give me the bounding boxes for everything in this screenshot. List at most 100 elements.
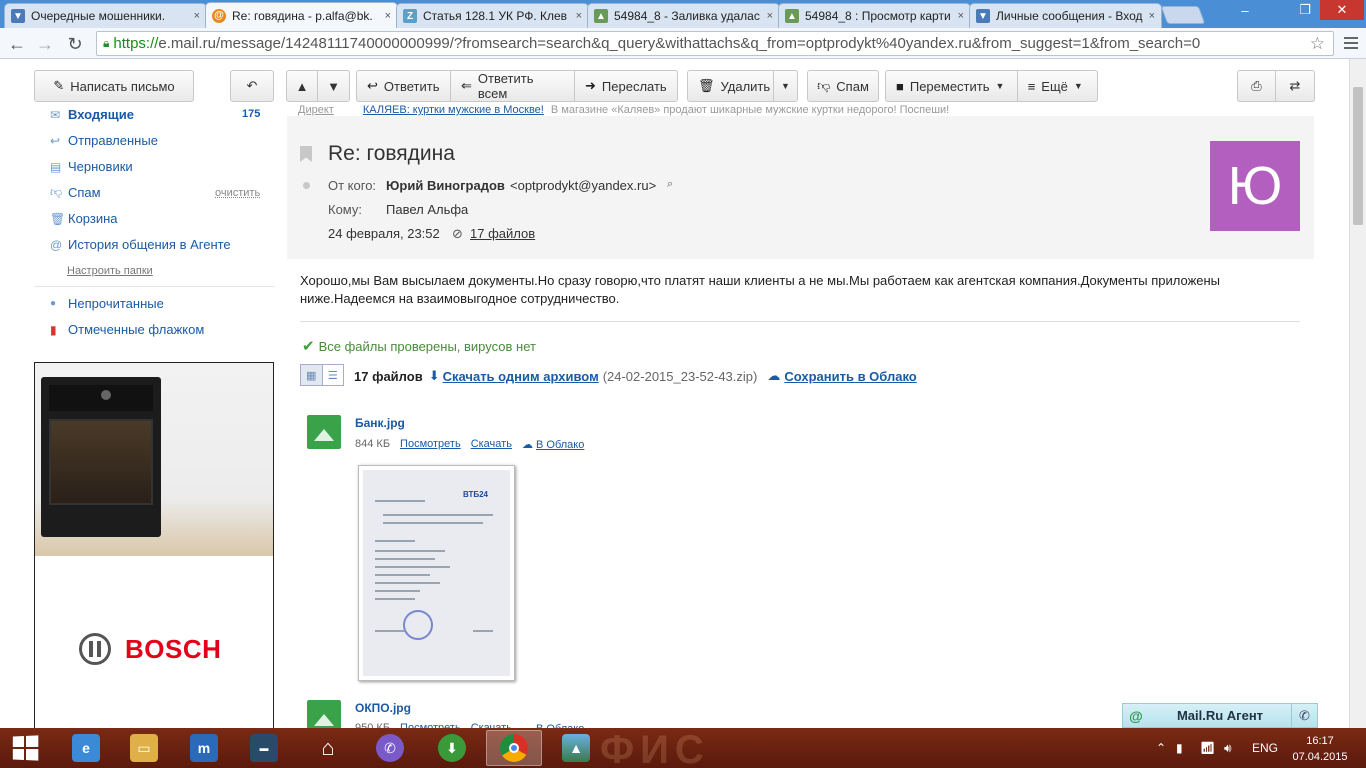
- save-to-cloud-link[interactable]: Сохранить в Облако: [784, 369, 916, 384]
- close-window-button[interactable]: ✕: [1320, 0, 1364, 20]
- sidebar-item-inbox[interactable]: ✉ Входящие: [50, 107, 134, 122]
- bookmark-star-icon[interactable]: ☆: [1310, 34, 1325, 54]
- reply-button[interactable]: ↩ Ответить: [357, 71, 451, 101]
- taskbar-maxthon[interactable]: m: [176, 730, 232, 766]
- taskbar-lenovo[interactable]: ▬: [236, 730, 292, 766]
- sidebar-item-spam[interactable]: 👎︎ Спам: [50, 185, 101, 200]
- browser-tab-3[interactable]: Z Статья 128.1 УК РФ. Клев ×: [396, 3, 589, 28]
- attachments-link[interactable]: 17 файлов: [470, 226, 535, 241]
- tab-close-icon[interactable]: ×: [1149, 10, 1155, 22]
- attachment-cloud-link[interactable]: ☁ В Облако: [522, 438, 584, 451]
- move-button[interactable]: ■ Переместить ▼: [886, 71, 1018, 101]
- spam-button[interactable]: 👎︎ Спам: [807, 70, 879, 102]
- tray-expand-icon[interactable]: ⌃: [1156, 741, 1166, 755]
- flag-icon: ▮: [50, 322, 57, 337]
- page-scrollbar[interactable]: [1349, 59, 1366, 729]
- sender-name[interactable]: Юрий Виноградов: [386, 178, 505, 193]
- undo-button[interactable]: ↶: [230, 70, 274, 102]
- translate-icon[interactable]: ⇄: [1276, 71, 1314, 101]
- tab-close-icon[interactable]: ×: [958, 10, 964, 22]
- grid-view-icon[interactable]: ▦: [301, 365, 323, 385]
- taskbar-home[interactable]: ⌂: [300, 730, 356, 766]
- attachment-thumbnail[interactable]: ВТБ24: [358, 465, 515, 681]
- sidebar-filter-flagged[interactable]: ▮ Отмеченные флажком: [50, 322, 204, 337]
- prev-message-icon[interactable]: ▲: [287, 71, 319, 101]
- message-body: Хорошо,мы Вам высылаем документы.Но сраз…: [300, 273, 1221, 306]
- tray-battery-icon[interactable]: ▮: [1176, 741, 1183, 755]
- taskbar-ie[interactable]: e: [58, 730, 114, 766]
- attachment-name[interactable]: Банк.jpg: [355, 416, 405, 430]
- forward-icon: ➜: [585, 78, 596, 93]
- delete-button[interactable]: 🗑︎ Удалить: [688, 71, 774, 101]
- tray-clock[interactable]: 16:17 07.04.2015: [1292, 733, 1348, 765]
- spam-clean-link[interactable]: очистить: [215, 187, 260, 199]
- taskbar-chrome[interactable]: [486, 730, 542, 766]
- drafts-icon: ▤: [50, 159, 62, 174]
- maximize-button[interactable]: ❐: [1290, 0, 1320, 20]
- phone-icon[interactable]: ✆: [1291, 704, 1317, 727]
- reload-icon[interactable]: ↻: [64, 33, 86, 55]
- mailru-favicon-icon: @: [212, 8, 226, 23]
- taskbar-downloader[interactable]: ⬇: [424, 730, 480, 766]
- spam-icon: 👎︎: [50, 185, 63, 199]
- browser-tab-2-active[interactable]: @ Re: говядина - p.alfa@bk. ×: [205, 2, 398, 28]
- taskbar-watermark: ФИС: [600, 728, 710, 768]
- attachments-view-toggle[interactable]: ▦ ☰: [300, 364, 344, 386]
- reply-all-button[interactable]: ⇐ Ответить всем: [451, 71, 575, 101]
- browser-toolbar: ← → ↻ 🔒︎ https://e.mail.ru/message/14248…: [0, 28, 1366, 59]
- back-arrow-icon[interactable]: ←: [6, 33, 28, 55]
- sidebar-item-trash[interactable]: 🗑︎ Корзина: [50, 211, 118, 226]
- download-archive-link[interactable]: Скачать одним архивом: [443, 369, 599, 384]
- tab-close-icon[interactable]: ×: [576, 10, 582, 22]
- sidebar-item-drafts[interactable]: ▤ Черновики: [50, 159, 133, 174]
- attachments-summary: 17 файлов ⬇ Скачать одним архивом (24-02…: [354, 368, 917, 384]
- next-message-icon[interactable]: ▼: [318, 71, 349, 101]
- tray-volume-icon[interactable]: 🔊︎: [1224, 741, 1232, 756]
- sidebar-item-agent-history[interactable]: @ История общения в Агенте: [50, 237, 231, 252]
- tab-close-icon[interactable]: ×: [767, 10, 773, 22]
- internet-explorer-icon: e: [72, 734, 100, 762]
- new-tab-button[interactable]: [1160, 6, 1206, 24]
- browser-tab-1[interactable]: ▼ Очередные мошенники. ×: [4, 3, 207, 28]
- bosch-ad-banner[interactable]: BOSCH: [34, 362, 274, 732]
- agent-icon: @: [1129, 707, 1143, 724]
- tab-title: 54984_8 - Заливка удалас: [614, 9, 760, 23]
- search-sender-icon[interactable]: ⌕: [667, 178, 673, 191]
- address-bar[interactable]: 🔒︎ https://e.mail.ru/message/14248111740…: [96, 31, 1334, 56]
- scrollbar-thumb[interactable]: [1353, 87, 1363, 225]
- tray-language[interactable]: ENG: [1252, 741, 1278, 755]
- bosch-brand-text: BOSCH: [125, 633, 222, 664]
- read-status-icon[interactable]: [303, 182, 310, 189]
- delete-dropdown-icon[interactable]: ▼: [774, 71, 797, 101]
- recipient-name[interactable]: Павел Альфа: [386, 202, 468, 217]
- taskbar-viber[interactable]: ✆: [362, 730, 418, 766]
- sidebar-filter-unread[interactable]: ● Непрочитанные: [50, 296, 164, 311]
- browser-menu-icon[interactable]: [1342, 34, 1360, 52]
- attachment-name[interactable]: ОКПО.jpg: [355, 701, 411, 715]
- taskbar-photos[interactable]: ▲: [548, 730, 604, 766]
- mailru-agent-widget[interactable]: @ Mail.Ru Агент ✆: [1122, 703, 1318, 728]
- browser-tab-6[interactable]: ▼ Личные сообщения - Вход ×: [969, 3, 1162, 28]
- compose-button[interactable]: ✎ Написать письмо: [34, 70, 194, 102]
- forward-button[interactable]: ➜ Переслать: [575, 71, 677, 101]
- view-attachment-link[interactable]: Посмотреть: [400, 438, 461, 451]
- direct-ad-line[interactable]: Директ КАЛЯЕВ: куртки мужские в Москве! …: [298, 104, 949, 116]
- tab-close-icon[interactable]: ×: [194, 10, 200, 22]
- folder-settings-link[interactable]: Настроить папки: [67, 265, 153, 277]
- tab-close-icon[interactable]: ×: [385, 10, 391, 22]
- forward-arrow-icon[interactable]: →: [34, 33, 56, 55]
- browser-tab-5[interactable]: ▲ 54984_8 : Просмотр карти ×: [778, 3, 971, 28]
- windows-start-icon[interactable]: [12, 735, 39, 761]
- direct-ad-title[interactable]: КАЛЯЕВ: куртки мужские в Москве!: [363, 104, 544, 116]
- more-button[interactable]: ≡ Ещё ▼: [1018, 71, 1097, 101]
- tray-signal-icon[interactable]: 📶︎: [1200, 741, 1215, 755]
- list-view-icon[interactable]: ☰: [323, 365, 344, 385]
- bosch-logo: BOSCH: [79, 633, 221, 665]
- taskbar-explorer[interactable]: ▭: [116, 730, 172, 766]
- sender-email[interactable]: <optprodykt@yandex.ru>: [510, 178, 656, 193]
- minimize-button[interactable]: –: [1230, 0, 1260, 20]
- print-icon[interactable]: ⎙: [1238, 71, 1277, 101]
- browser-tab-4[interactable]: ▲ 54984_8 - Заливка удалас ×: [587, 3, 780, 28]
- download-attachment-link[interactable]: Скачать: [471, 438, 512, 451]
- sidebar-item-sent[interactable]: ↩ Отправленные: [50, 133, 158, 148]
